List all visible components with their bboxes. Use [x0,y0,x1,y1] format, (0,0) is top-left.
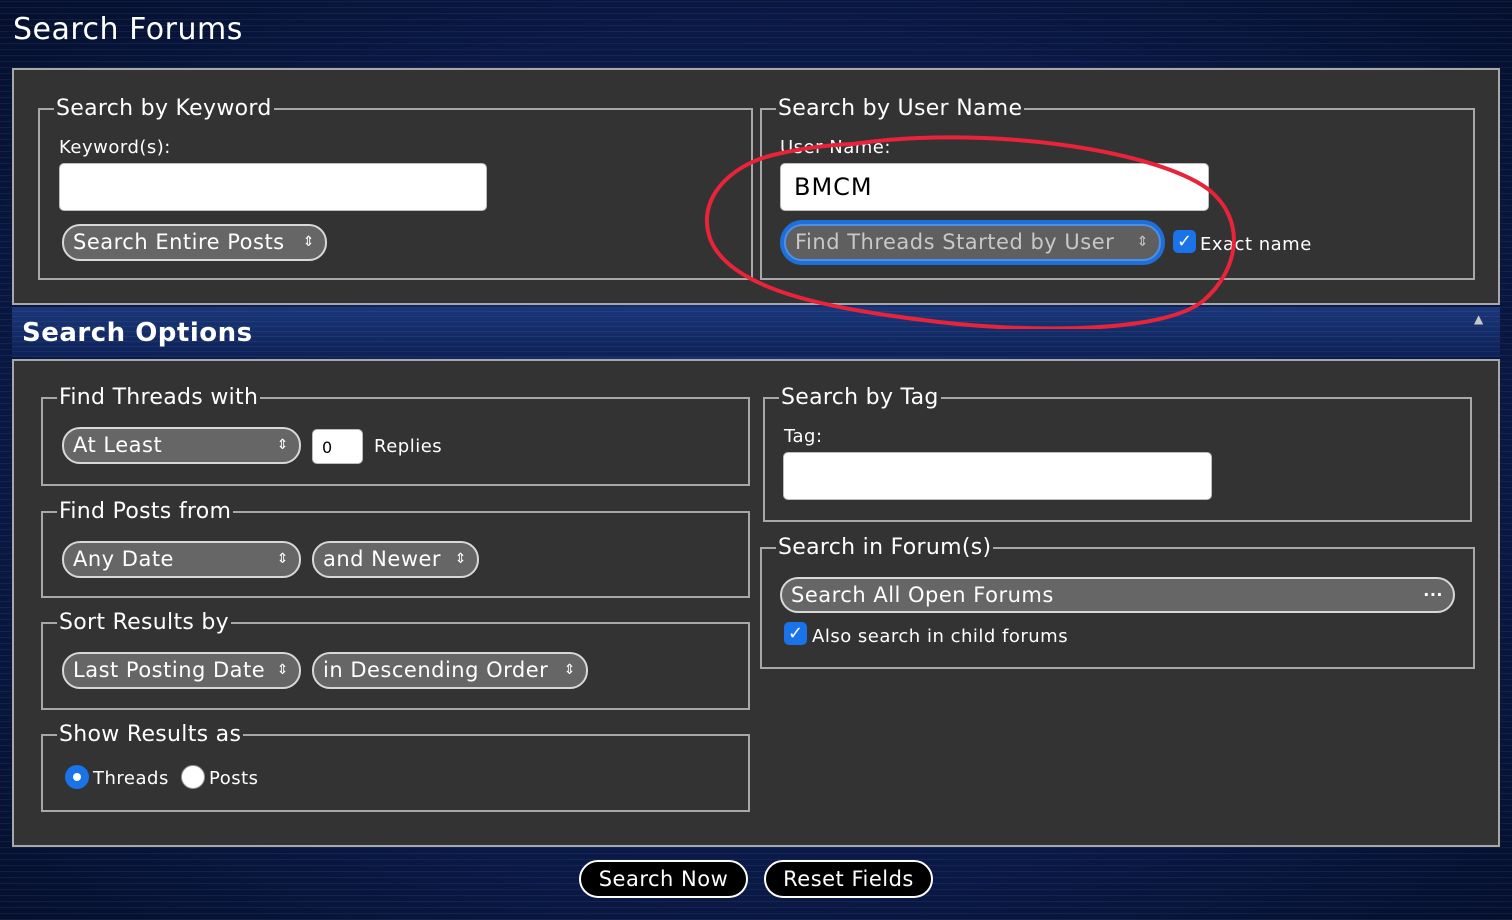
child-forums-label: Also search in child forums [812,626,1069,647]
keyword-mode-select[interactable]: Search Entire Posts ⇕ [62,224,327,261]
sort-field-value: Last Posting Date [73,658,266,682]
posts-radio-label: Posts [209,768,259,789]
find-posts-legend: Find Posts from [59,499,232,524]
reset-fields-button[interactable]: Reset Fields [764,860,933,898]
replies-label: Replies [374,436,443,457]
chevron-updown-icon: ⇕ [276,437,289,453]
tag-group-legend: Search by Tag [781,385,939,410]
date-direction-select[interactable]: and Newer ⇕ [312,541,479,578]
tag-label: Tag: [784,426,823,447]
keyword-group-legend: Search by Keyword [56,96,272,121]
chevron-updown-icon: ⇕ [302,234,315,250]
chevron-updown-icon: ⇕ [276,662,289,678]
show-results-legend: Show Results as [59,722,242,747]
child-forums-checkbox[interactable]: ✓ [784,622,807,645]
annotation-circle [704,135,1236,329]
username-group-legend: Search by User Name [778,96,1023,121]
search-now-button[interactable]: Search Now [579,860,748,898]
forum-select-value: Search All Open Forums [791,583,1054,607]
posts-radio[interactable] [181,765,205,789]
forum-group-legend: Search in Forum(s) [778,535,992,560]
keyword-input[interactable] [59,163,487,211]
page-title: Search Forums [13,12,243,47]
forum-select[interactable]: Search All Open Forums ··· [780,577,1455,613]
threads-radio-label: Threads [93,768,169,789]
sort-order-value: in Descending Order [323,658,549,682]
reply-qualifier-value: At Least [73,433,163,457]
date-direction-value: and Newer [323,547,442,571]
find-threads-legend: Find Threads with [59,385,259,410]
sort-field-select[interactable]: Last Posting Date ⇕ [62,652,301,689]
keyword-label: Keyword(s): [59,137,171,158]
collapse-icon[interactable]: ▲ [1474,312,1483,326]
sort-order-select[interactable]: in Descending Order ⇕ [312,652,588,689]
threads-radio[interactable] [65,765,89,789]
date-value: Any Date [73,547,174,571]
chevron-updown-icon: ⇕ [276,551,289,567]
tag-input[interactable] [783,452,1212,500]
more-icon: ··· [1423,585,1443,604]
chevron-updown-icon: ⇕ [454,551,467,567]
replies-count-value: 0 [322,438,333,457]
chevron-updown-icon: ⇕ [563,662,576,678]
replies-count-input[interactable]: 0 [312,429,363,464]
date-select[interactable]: Any Date ⇕ [62,541,301,578]
sort-results-legend: Sort Results by [59,610,230,635]
reply-qualifier-select[interactable]: At Least ⇕ [62,427,301,464]
search-options-title: Search Options [22,318,253,348]
keyword-mode-value: Search Entire Posts [73,230,285,254]
